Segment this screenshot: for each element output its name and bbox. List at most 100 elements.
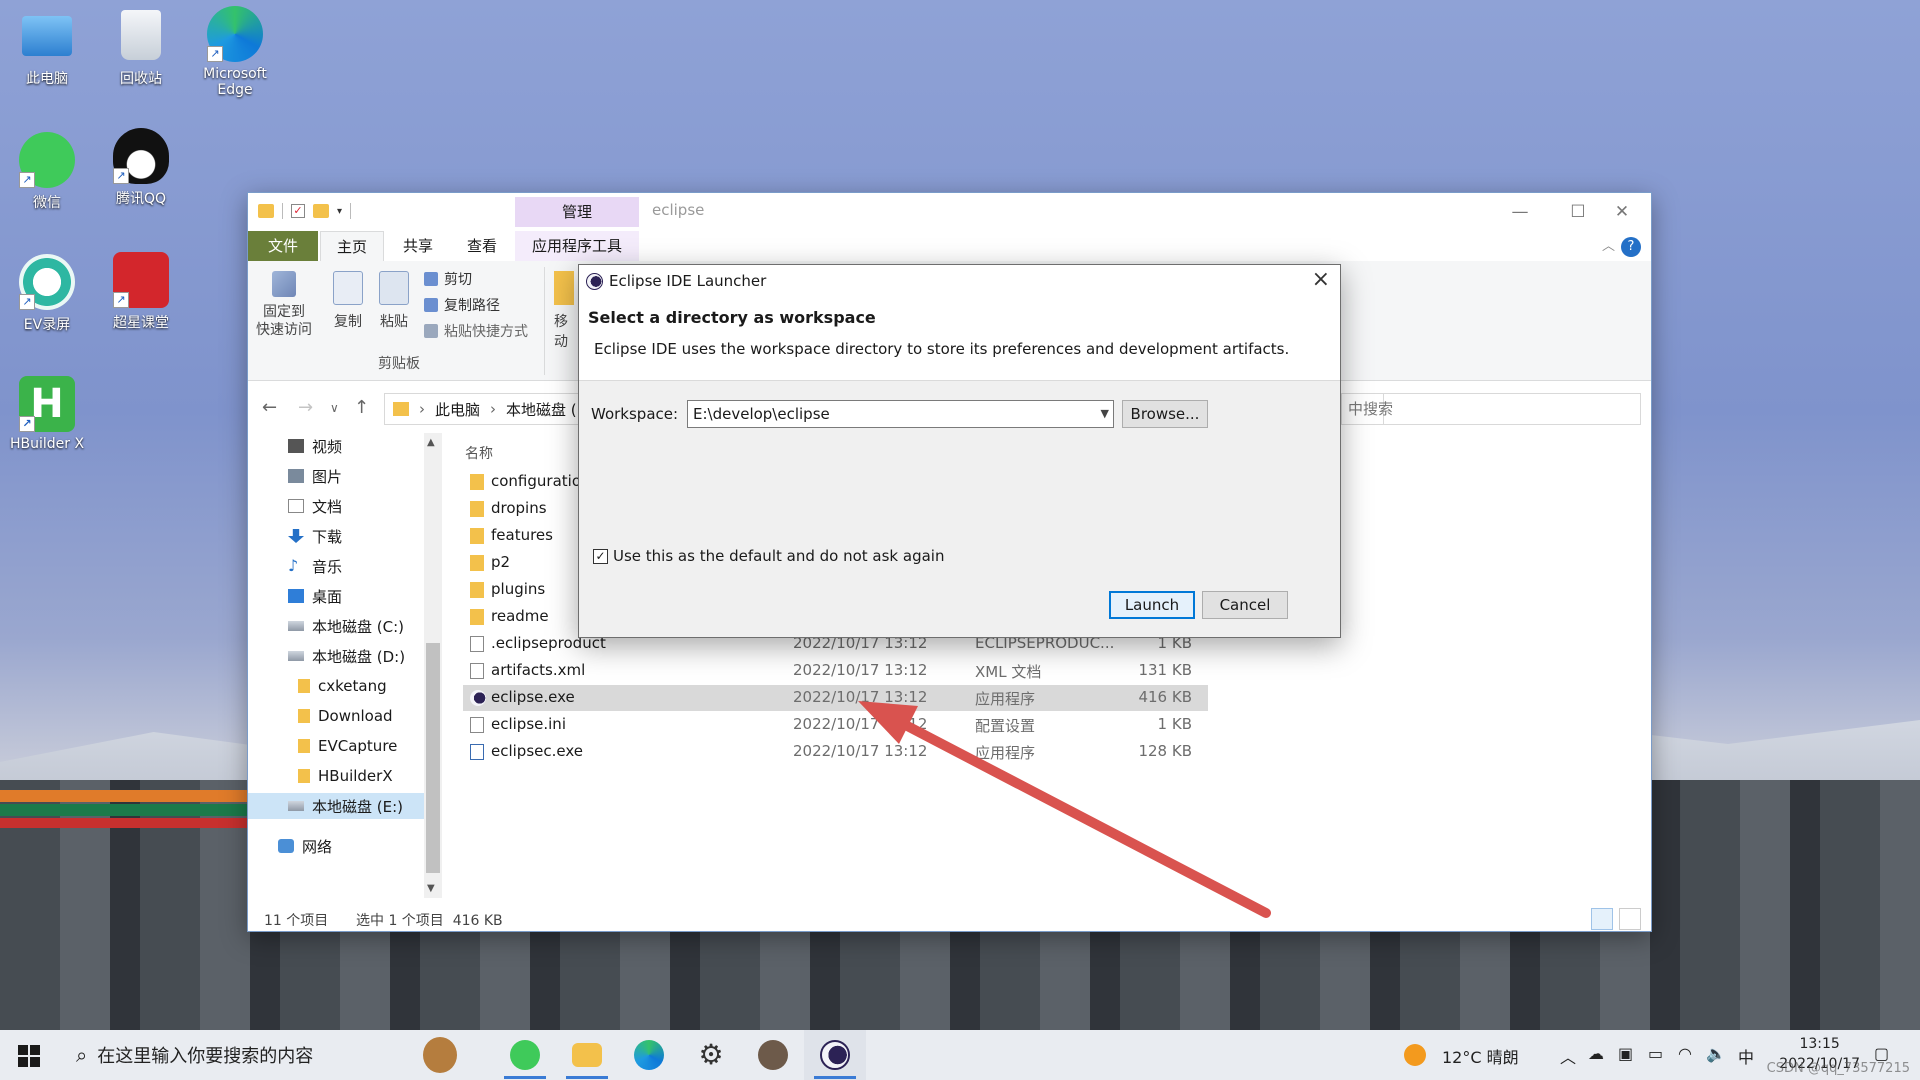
separator [350,203,352,219]
file-size: 131 KB [1138,661,1192,679]
ime-indicator[interactable]: 中 [1738,1044,1754,1068]
paste-button[interactable]: 粘贴 [364,271,424,331]
minimize-icon[interactable]: — [1491,197,1549,227]
desktop-icon-recycle-bin[interactable]: 回收站 [96,10,186,88]
taskbar-app-eclipse[interactable] [804,1030,866,1080]
browse-button[interactable]: Browse... [1122,400,1208,428]
folder-icon[interactable] [258,204,274,218]
table-row[interactable]: artifacts.xml 2022/10/17 13:12 XML 文档 131 K… [463,658,1208,684]
nav-item-network[interactable]: 网络 [278,833,332,859]
folder-icon [470,609,484,625]
eclipse-launcher-dialog[interactable]: Eclipse IDE Launcher × Select a director… [578,264,1341,638]
copy-path-button[interactable]: 复制路径 [424,295,500,315]
properties-icon[interactable]: ✓ [291,204,305,218]
weather-sun-icon[interactable] [1404,1044,1426,1070]
nav-item-drive-c[interactable]: 本地磁盘 (C:) [288,613,404,639]
forward-arrow-icon[interactable]: → [298,397,313,418]
details-view-icon[interactable] [1591,908,1613,930]
exe-file-icon [470,744,484,760]
explorer-titlebar[interactable]: ✓ ▾ 管理 eclipse — ☐ ✕ [248,193,1651,231]
taskbar-app-settings[interactable]: ⚙ [680,1030,742,1080]
cut-label: 剪切 [444,272,472,288]
nav-item-download[interactable]: Download [298,703,393,729]
tab-manage[interactable]: 管理 [515,197,639,227]
chevron-up-icon[interactable]: ︿ [1560,1044,1576,1068]
table-row-selected[interactable]: eclipse.exe 2022/10/17 13:12 应用程序 416 KB [463,685,1208,711]
pin-quick-access-button[interactable]: 固定到 快速访问 [254,271,314,339]
nav-item-downloads[interactable]: 下载 [288,523,342,549]
windows-start-icon[interactable] [18,1045,40,1067]
table-row[interactable]: eclipsec.exe 2022/10/17 13:12 应用程序 128 KB [463,739,1208,765]
cloud-icon[interactable]: ☁ [1588,1044,1604,1063]
tab-home[interactable]: 主页 [320,231,384,261]
chevron-down-icon[interactable]: ▾ [337,206,342,217]
tab-share[interactable]: 共享 [386,231,450,261]
help-icon[interactable]: ? [1621,237,1641,257]
taskbar-app-file-explorer[interactable] [556,1030,618,1080]
nav-item-evcapture[interactable]: EVCapture [298,733,397,759]
battery-icon[interactable]: ▭ [1648,1044,1663,1063]
scroll-up-icon[interactable]: ▲ [427,437,435,448]
search-input[interactable]: 中搜索 [1341,393,1641,425]
breadcrumb-this-pc[interactable]: 此电脑 [435,399,480,420]
scissors-icon [424,272,438,286]
close-icon[interactable]: × [1312,267,1330,292]
scroll-down-icon[interactable]: ▼ [427,883,435,894]
tab-app-tools[interactable]: 应用程序工具 [515,231,639,261]
tab-view[interactable]: 查看 [450,231,514,261]
table-row[interactable]: eclipse.ini 2022/10/17 13:12 配置设置 1 KB [463,712,1208,738]
navigation-scrollbar[interactable]: ▲ ▼ [424,433,442,898]
desktop-icon-chaoxing[interactable]: ↗ 超星课堂 [96,252,186,332]
nav-label: Download [318,707,393,725]
weather-text[interactable]: 12°C 晴朗 [1442,1044,1519,1068]
chevron-down-icon[interactable]: ▼ [1101,401,1109,427]
scrollbar-thumb[interactable] [426,643,440,873]
nav-item-music[interactable]: ♪ 音乐 [288,553,342,579]
paste-label: 粘贴 [380,314,408,330]
drive-icon [288,651,304,661]
workspace-combobox[interactable]: E:\develop\eclipse ▼ [687,400,1114,428]
desktop-icon-this-pc[interactable]: 此电脑 [2,10,92,88]
nav-item-cxketang[interactable]: cxketang [298,673,387,699]
nav-item-videos[interactable]: 视频 [288,433,342,459]
tab-file[interactable]: 文件 [248,231,318,261]
wifi-icon[interactable]: ◠ [1678,1044,1692,1063]
column-header-name[interactable]: 名称 [465,443,493,463]
desktop-icon-ev-recorder[interactable]: ↗ EV录屏 [2,254,92,334]
nav-item-pictures[interactable]: 图片 [288,463,342,489]
desktop-icon-label: 超星课堂 [113,315,169,331]
taskbar-app-edge[interactable] [618,1030,680,1080]
breadcrumb-drive-e[interactable]: 本地磁盘 (E [506,399,586,420]
back-arrow-icon[interactable]: ← [262,397,277,418]
move-to-button[interactable]: 移动 [554,271,578,351]
nav-item-drive-e[interactable]: 本地磁盘 (E:) [248,793,424,819]
recent-chevron-icon[interactable]: ∨ [330,401,339,415]
pin-label: 固定到 快速访问 [256,304,312,338]
up-arrow-icon[interactable]: ↑ [354,397,369,418]
volume-icon[interactable]: 🔈 [1706,1044,1726,1063]
copy-icon [333,271,363,305]
close-icon[interactable]: ✕ [1593,197,1651,227]
nav-item-drive-d[interactable]: 本地磁盘 (D:) [288,643,405,669]
launch-button[interactable]: Launch [1109,591,1195,619]
cancel-button[interactable]: Cancel [1202,591,1288,619]
nav-item-documents[interactable]: 文档 [288,493,342,519]
new-folder-icon[interactable] [313,204,329,218]
desktop-icon-wechat[interactable]: ↗ 微信 [2,132,92,212]
large-icons-view-icon[interactable] [1619,908,1641,930]
paste-shortcut-button[interactable]: 粘贴快捷方式 [424,321,528,341]
chevron-up-icon[interactable]: ︿ [1602,235,1615,254]
desktop-icon-edge[interactable]: ↗ Microsoft Edge [190,6,280,98]
taskbar-app-owl[interactable] [742,1030,804,1080]
workspace-value: E:\develop\eclipse [693,405,830,423]
desktop-icon-hbuilderx[interactable]: H ↗ HBuilder X [2,376,92,452]
default-workspace-checkbox[interactable]: ✓ Use this as the default and do not ask… [593,547,944,565]
taskbar-app-wechat[interactable] [494,1030,556,1080]
desktop-icon-qq[interactable]: ↗ 腾讯QQ [96,128,186,208]
nav-item-desktop[interactable]: 桌面 [288,583,342,609]
checkbox-checked-icon[interactable]: ✓ [593,548,608,564]
nav-item-hbuilderx[interactable]: HBuilderX [298,763,393,789]
display-icon[interactable]: ▣ [1618,1044,1633,1063]
cut-button[interactable]: 剪切 [424,269,472,289]
search-highlight-owl[interactable] [390,1030,490,1080]
